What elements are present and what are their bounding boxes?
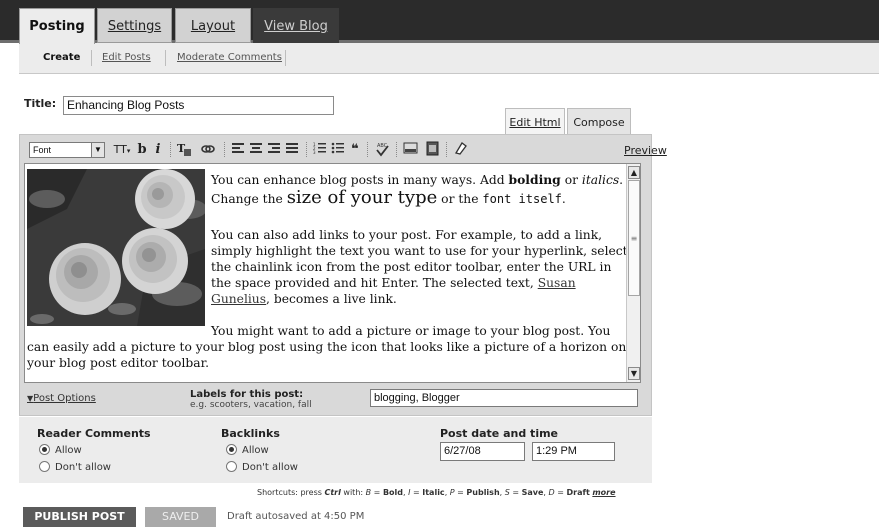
tab-compose[interactable]: Compose xyxy=(567,108,631,135)
text-color-icon[interactable]: T xyxy=(176,141,192,159)
editor-scrollbar[interactable]: ▲ ≡ ▼ xyxy=(626,164,640,382)
toolbar-separator xyxy=(170,142,171,157)
title-input[interactable]: Enhancing Blog Posts xyxy=(63,96,334,115)
subtab-moderate-comments[interactable]: Moderate Comments xyxy=(177,52,282,63)
toolbar-separator xyxy=(224,142,225,157)
content-line: the space provided and hit Enter. The se… xyxy=(211,276,576,290)
content-line: the chainlink icon from the post editor … xyxy=(211,260,612,274)
labels-heading: Labels for this post: xyxy=(190,389,304,400)
post-body-editor[interactable]: You can enhance blog posts in many ways.… xyxy=(24,163,641,383)
toolbar-separator xyxy=(306,142,307,157)
comments-dont-allow-radio[interactable]: Don't allow xyxy=(39,461,111,473)
subtab-divider xyxy=(91,50,92,66)
numbered-list-icon[interactable]: 123 xyxy=(312,141,328,159)
bold-icon[interactable]: b xyxy=(135,141,149,159)
align-right-icon[interactable] xyxy=(266,141,282,159)
scroll-down-icon[interactable]: ▼ xyxy=(628,367,640,380)
content-line: Change the size of your type or the font… xyxy=(211,187,566,208)
justify-icon[interactable] xyxy=(284,141,300,159)
align-center-icon[interactable] xyxy=(248,141,264,159)
bullet-list-icon[interactable] xyxy=(330,141,346,159)
content-line: simply highlight the text you want to us… xyxy=(211,244,628,258)
content-line: You can also add links to your post. For… xyxy=(211,228,603,242)
blockquote-icon[interactable]: ❝ xyxy=(348,141,362,159)
tab-edit-html[interactable]: Edit Html xyxy=(505,108,565,134)
remove-formatting-icon[interactable] xyxy=(452,141,468,159)
radio-unselected-icon xyxy=(39,461,50,472)
radio-unselected-icon xyxy=(226,461,237,472)
image-icon[interactable] xyxy=(402,141,418,159)
post-date-time-heading: Post date and time xyxy=(440,427,559,440)
tab-settings[interactable]: Settings xyxy=(97,8,172,43)
toolbar-separator xyxy=(396,142,397,157)
content-line: your blog post editor toolbar. xyxy=(27,356,210,370)
toolbar-separator xyxy=(446,142,447,157)
backlinks-dont-allow-radio[interactable]: Don't allow xyxy=(226,461,298,473)
title-label: Title: xyxy=(24,97,57,110)
tab-layout[interactable]: Layout xyxy=(175,8,251,43)
content-line: You might want to add a picture or image… xyxy=(211,324,611,338)
posting-subnavigation: Create Edit Posts Moderate Comments xyxy=(19,43,879,74)
backlinks-allow-radio[interactable]: Allow xyxy=(226,444,269,456)
toolbar-separator xyxy=(367,142,368,157)
tab-posting[interactable]: Posting xyxy=(19,8,95,44)
subtab-edit-posts[interactable]: Edit Posts xyxy=(102,52,151,63)
svg-text:3: 3 xyxy=(313,150,316,155)
labels-hint: e.g. scooters, vacation, fall xyxy=(190,400,312,410)
labels-input[interactable]: blogging, Blogger xyxy=(370,389,638,407)
scroll-up-icon[interactable]: ▲ xyxy=(628,166,640,179)
post-options-panel: Reader Comments Allow Don't allow Backli… xyxy=(19,417,652,483)
subtab-divider xyxy=(285,50,286,66)
backlinks-heading: Backlinks xyxy=(221,427,280,440)
subtab-create[interactable]: Create xyxy=(43,52,80,63)
align-left-icon[interactable] xyxy=(230,141,246,159)
scrollbar-thumb[interactable]: ≡ xyxy=(628,180,640,296)
autosave-status: Draft autosaved at 4:50 PM xyxy=(227,511,365,522)
author-link[interactable]: Susan xyxy=(538,276,576,290)
preview-link[interactable]: Preview xyxy=(624,144,667,157)
tab-view-blog[interactable]: View Blog xyxy=(253,8,339,43)
keyboard-shortcuts-hint: Shortcuts: press Ctrl with: B = Bold, I … xyxy=(257,488,616,497)
link-icon[interactable] xyxy=(200,141,216,159)
content-line: Gunelius, becomes a live link. xyxy=(211,292,397,306)
video-icon[interactable] xyxy=(424,141,440,159)
post-time-input[interactable]: 1:29 PM xyxy=(532,442,615,461)
font-select[interactable]: Font ▼ xyxy=(29,142,105,158)
post-options-toggle[interactable]: ▼Post Options xyxy=(27,393,96,404)
publish-post-button[interactable]: PUBLISH POST xyxy=(23,507,136,527)
comments-allow-radio[interactable]: Allow xyxy=(39,444,82,456)
post-date-input[interactable]: 6/27/08 xyxy=(440,442,525,461)
reader-comments-heading: Reader Comments xyxy=(37,427,151,440)
spellcheck-icon[interactable]: ABC xyxy=(373,141,391,159)
italic-icon[interactable]: i xyxy=(152,141,164,159)
font-select-value: Font xyxy=(33,145,52,155)
radio-selected-icon xyxy=(39,444,50,455)
saved-button[interactable]: SAVED xyxy=(145,507,216,527)
content-line: can easily add a picture to your blog po… xyxy=(27,340,627,354)
editor-toolbar: Font ▼ TT▾ b i T 123 ❝ ABC Preview xyxy=(24,137,667,159)
font-size-icon[interactable]: TT▾ xyxy=(110,141,134,159)
author-link[interactable]: Gunelius xyxy=(211,292,266,306)
radio-selected-icon xyxy=(226,444,237,455)
chevron-down-icon: ▼ xyxy=(91,143,104,157)
more-shortcuts-link[interactable]: more xyxy=(592,488,615,497)
subtab-divider xyxy=(165,50,166,66)
roses-photo xyxy=(27,169,205,326)
